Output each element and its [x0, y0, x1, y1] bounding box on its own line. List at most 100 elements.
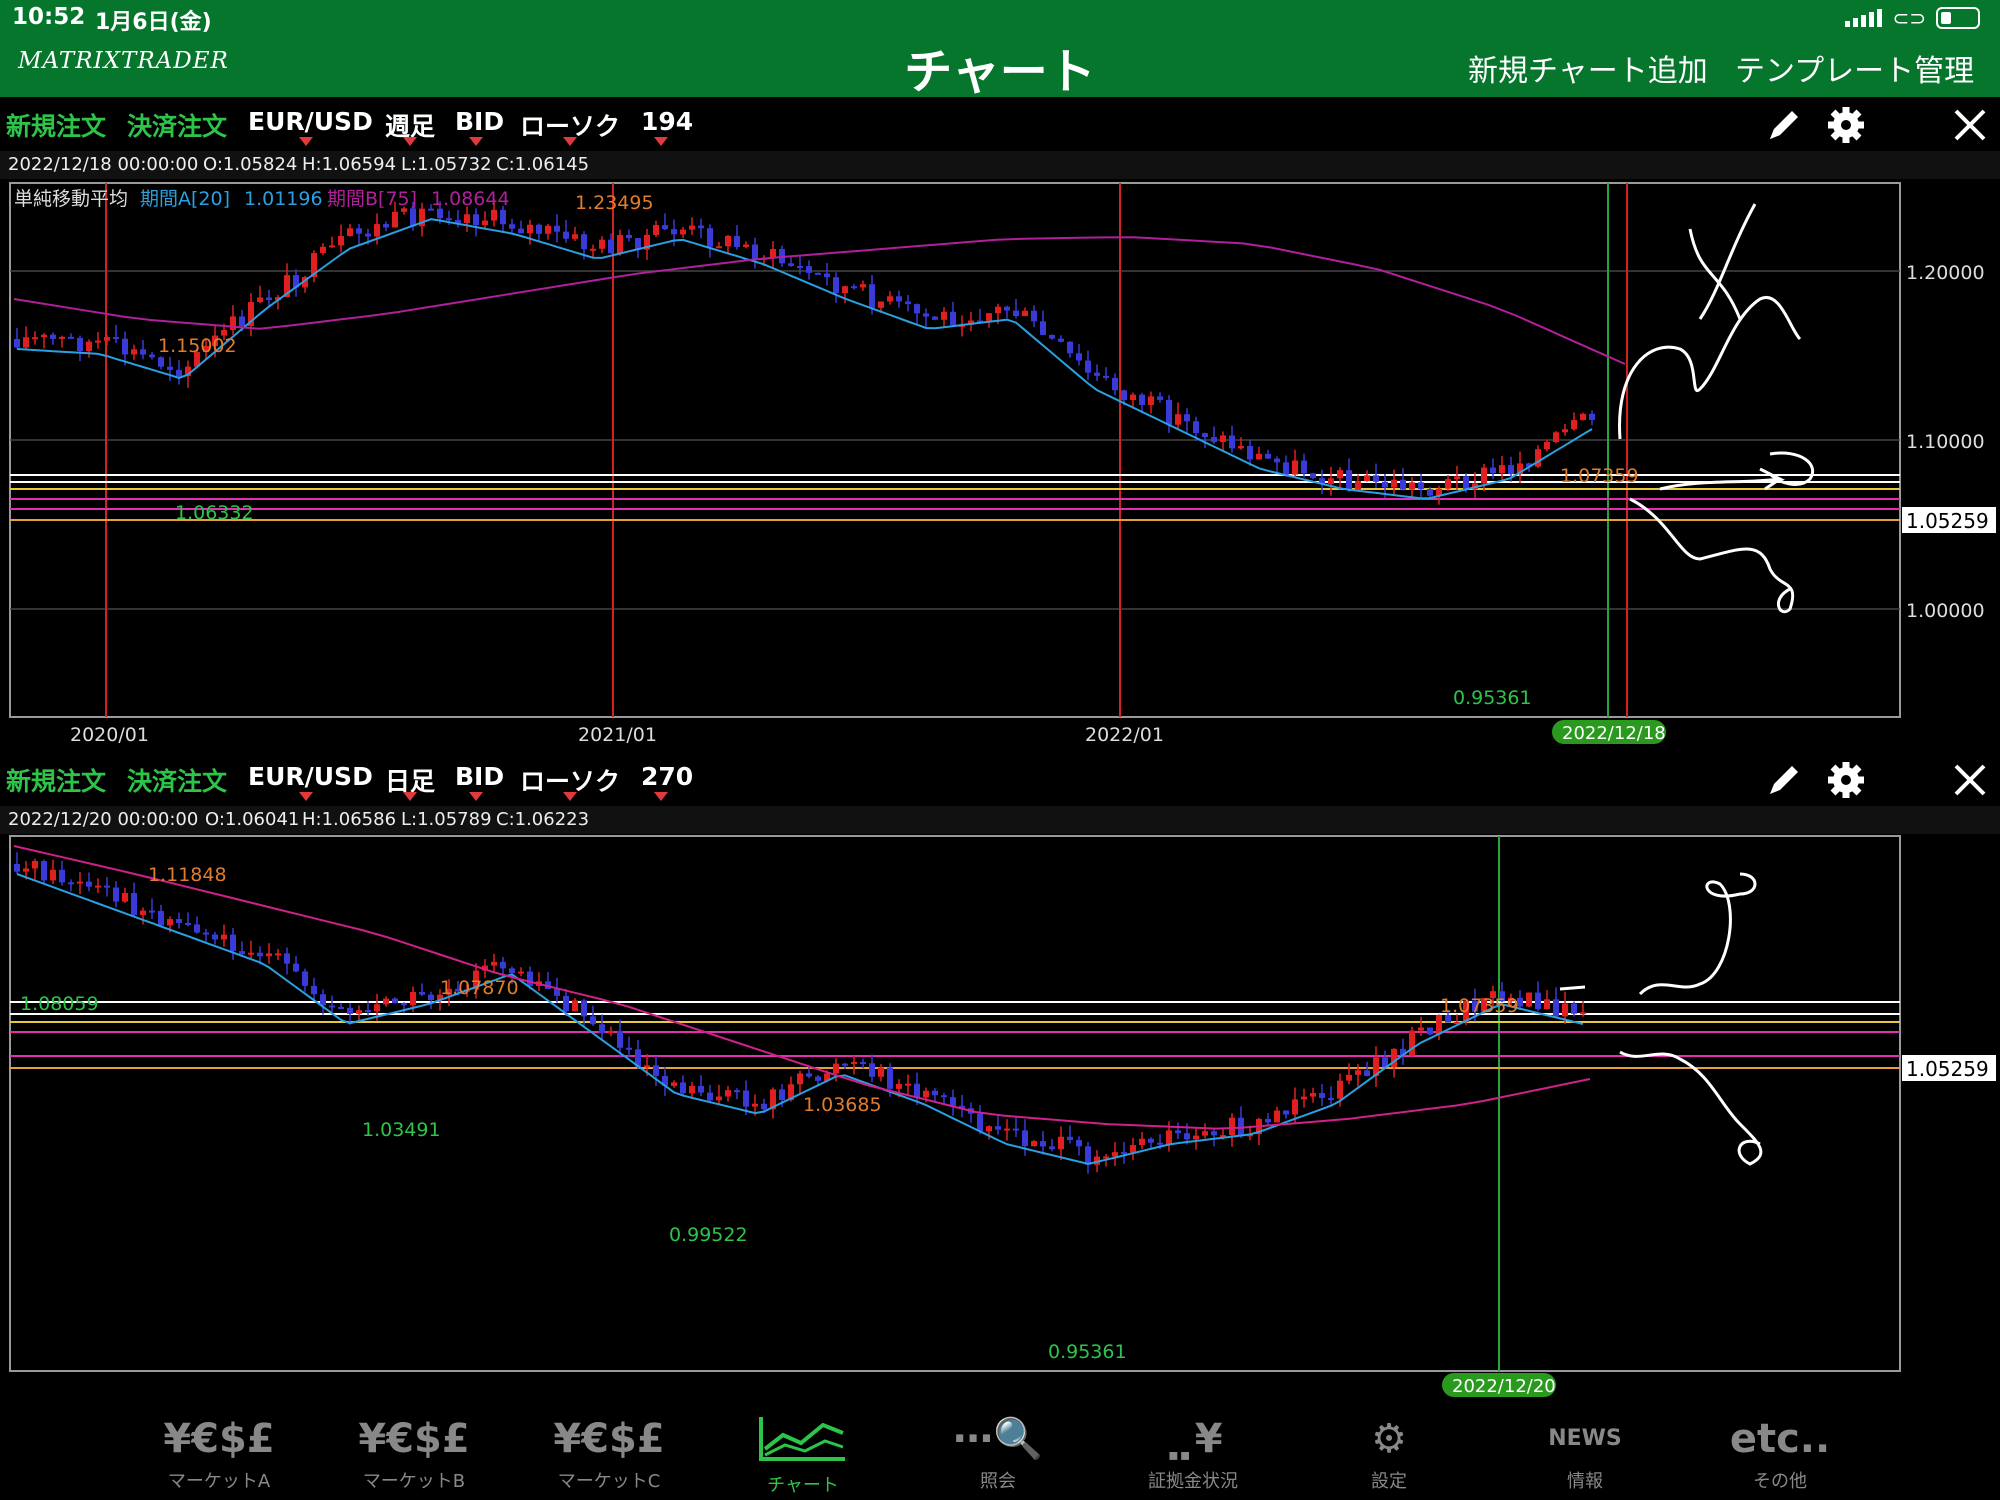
candle-body — [383, 998, 389, 1005]
template-manage-button[interactable]: テンプレート管理 — [1735, 46, 1974, 90]
candle-body — [752, 244, 758, 260]
candle-body — [95, 340, 101, 343]
close-icon[interactable] — [1948, 103, 1992, 147]
candle-body — [698, 225, 704, 229]
ohlc-datetime: 2022/12/18 00:00:00 — [8, 154, 199, 175]
candle-body — [914, 304, 920, 314]
candle-body — [392, 211, 398, 228]
chart2-canvas[interactable]: 1.11848 1.07870 1.03685 1.07359 1.08059 … — [0, 834, 2000, 1405]
candle-body — [1310, 473, 1316, 479]
new-order-button[interactable]: 新規注文 — [6, 107, 106, 143]
ohlc-datetime: 2022/12/20 00:00:00 — [8, 809, 199, 830]
candle-body — [86, 881, 92, 887]
candle-body — [203, 932, 209, 935]
candle-body — [626, 235, 632, 239]
candle-body — [1040, 321, 1046, 335]
candle-body — [446, 218, 452, 221]
chevron-down-icon — [563, 792, 577, 801]
candle-body — [1112, 377, 1118, 391]
ohlc-low: L:1.05789 — [401, 809, 492, 830]
candle-body — [230, 316, 236, 331]
candle-body — [833, 1063, 839, 1074]
candle-body — [743, 1090, 749, 1107]
candle-body — [149, 354, 155, 358]
nav-chart[interactable]: チャート — [728, 1413, 878, 1497]
pencil-icon[interactable] — [1762, 758, 1806, 802]
nav-inquiry[interactable]: ⋯🔍 照会 — [923, 1413, 1073, 1493]
candle-body — [167, 366, 173, 370]
nav-other[interactable]: etc.. その他 — [1705, 1413, 1855, 1493]
candle-body — [527, 971, 533, 986]
low-label: 0.95361 — [1048, 1341, 1127, 1363]
candle-body — [1139, 1138, 1145, 1146]
chart1-canvas[interactable]: 単純移動平均 期間A[20] 1.01196 期間B[75] 1.08644 1… — [0, 179, 2000, 752]
candle-body — [1571, 420, 1577, 430]
candle-body — [1481, 467, 1487, 484]
pair-selector[interactable]: EUR/USD — [248, 762, 373, 791]
candle-body — [905, 1083, 911, 1086]
nav-market-b[interactable]: ¥€$£ マーケットB — [339, 1413, 489, 1493]
candle-body — [869, 1063, 875, 1077]
new-order-button[interactable]: 新規注文 — [6, 762, 106, 798]
candle-body — [1229, 1117, 1235, 1136]
candle-body — [158, 357, 164, 367]
ohlc-open: O:1.06041 — [205, 809, 300, 830]
candle-body — [878, 1067, 884, 1077]
bar-count-selector[interactable]: 270 — [641, 762, 693, 791]
candle-body — [50, 334, 56, 339]
candle-body — [347, 1007, 353, 1014]
new-chart-button[interactable]: 新規チャート追加 — [1468, 46, 1708, 90]
candle-body — [617, 235, 623, 254]
candle-body — [1094, 372, 1100, 376]
settle-order-button[interactable]: 決済注文 — [127, 107, 227, 143]
candle-body — [995, 1126, 1001, 1130]
ma-b-label: 期間B[75] — [327, 188, 417, 210]
candle-body — [1067, 1136, 1073, 1141]
candle-body — [653, 1065, 659, 1076]
candle-body — [1085, 1146, 1091, 1165]
candle-body — [770, 249, 776, 258]
candle-body — [1013, 310, 1019, 317]
nav-market-a[interactable]: ¥€$£ マーケットA — [144, 1413, 294, 1493]
candle-body — [1292, 460, 1298, 475]
pair-selector[interactable]: EUR/USD — [248, 107, 373, 136]
candle-body — [473, 214, 479, 226]
nav-news[interactable]: NEWS 情報 — [1510, 1413, 1660, 1493]
gear-icon[interactable] — [1824, 103, 1868, 147]
candle-body — [1013, 1128, 1019, 1131]
nav-market-c[interactable]: ¥€$£ マーケットC — [534, 1413, 684, 1493]
candle-body — [797, 1073, 803, 1085]
low-label: 1.06332 — [175, 502, 254, 524]
candle-body — [1265, 1118, 1271, 1123]
candle-body — [482, 220, 488, 226]
nav-margin[interactable]: ⣀¥ 証拠金状況 — [1118, 1413, 1268, 1493]
candle-body — [14, 864, 20, 872]
candle-body — [941, 1095, 947, 1098]
bar-count-selector[interactable]: 194 — [641, 107, 693, 136]
current-price-value: 1.05259 — [1906, 1057, 1989, 1081]
candle-body — [1418, 1027, 1424, 1031]
candle-body — [1409, 1030, 1415, 1056]
candle-body — [50, 869, 56, 881]
candle-body — [1283, 462, 1289, 475]
bid-ask-selector[interactable]: BID — [455, 762, 504, 791]
candle-body — [932, 316, 938, 320]
candle-body — [1553, 432, 1559, 442]
candle-body — [743, 244, 749, 247]
bid-ask-selector[interactable]: BID — [455, 107, 504, 136]
close-icon[interactable] — [1948, 758, 1992, 802]
nav-label: 設定 — [1371, 1471, 1407, 1492]
settle-order-button[interactable]: 決済注文 — [127, 762, 227, 798]
chart2-toolbar: 新規注文 決済注文 EUR/USD 日足 BID ローソク 270 — [0, 752, 2000, 806]
candle-body — [950, 311, 956, 326]
gear-icon[interactable] — [1824, 758, 1868, 802]
pencil-icon[interactable] — [1762, 103, 1806, 147]
candle-body — [176, 369, 182, 377]
candle-body — [1049, 1146, 1055, 1150]
bottom-nav: ¥€$£ マーケットA ¥€$£ マーケットB ¥€$£ マーケットC チャート… — [0, 1405, 2000, 1500]
candle-body — [329, 245, 335, 248]
candle-body — [1184, 1133, 1190, 1140]
nav-settings[interactable]: ⚙ 設定 — [1314, 1413, 1464, 1493]
candle-body — [1391, 479, 1397, 488]
candle-body — [527, 224, 533, 234]
